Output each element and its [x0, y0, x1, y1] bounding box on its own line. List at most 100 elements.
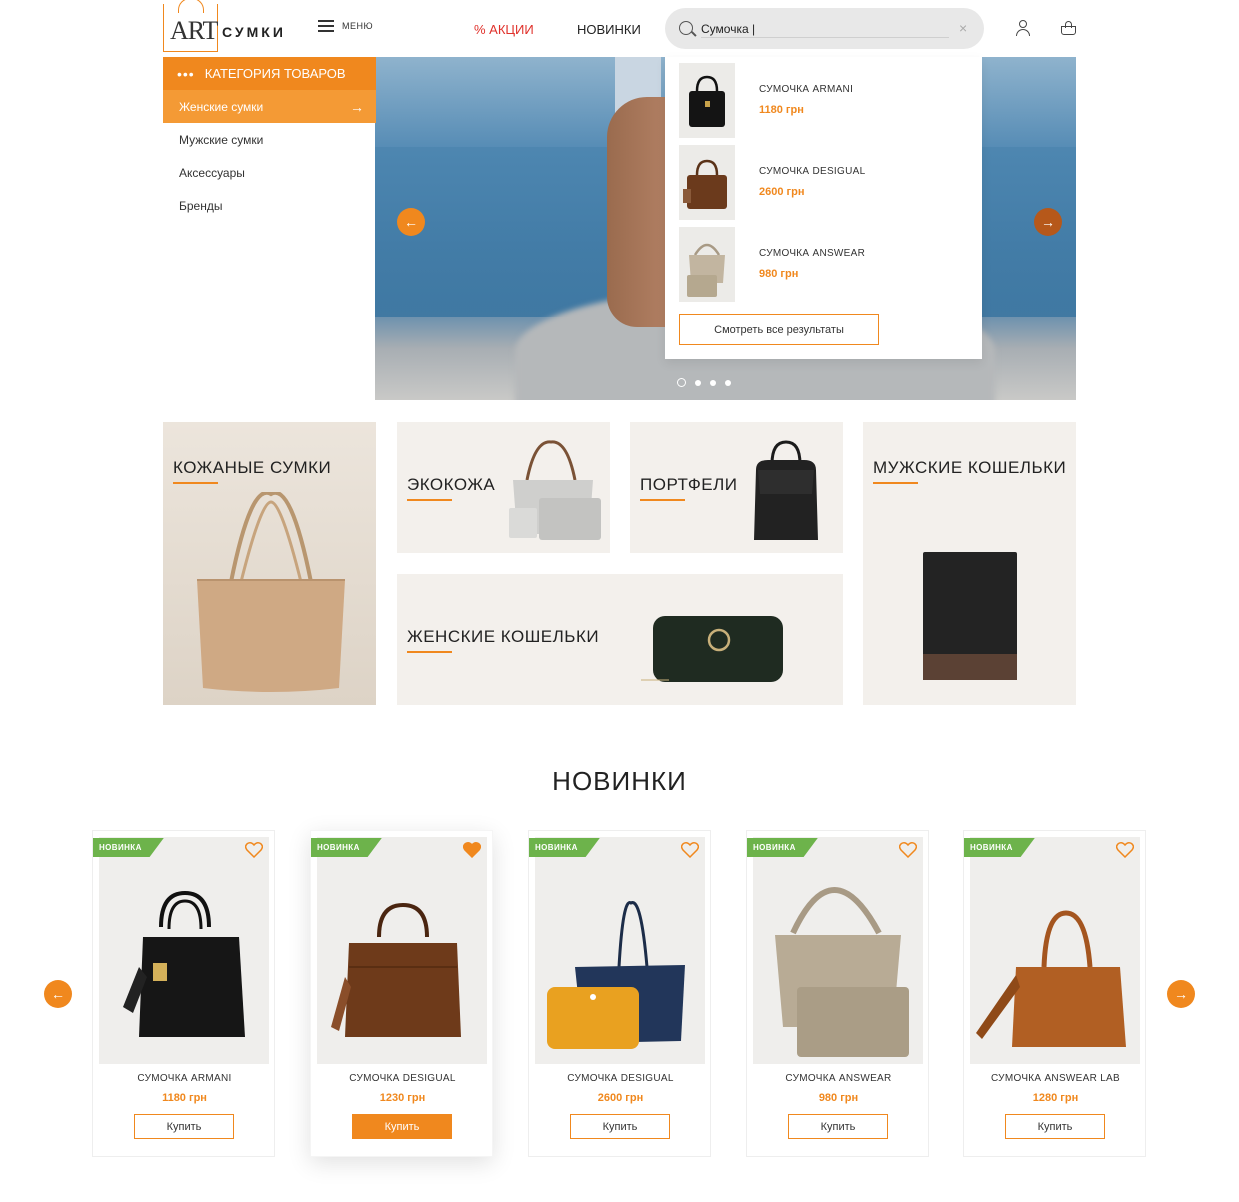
- tile-title: ЭКОКОЖА: [407, 475, 496, 494]
- tile-title: МУЖСКИЕ КОШЕЛЬКИ: [873, 458, 1067, 477]
- menu-label: МЕНЮ: [342, 21, 374, 31]
- category-item-men-bags[interactable]: Мужские сумки: [163, 123, 376, 156]
- category-item-label: Аксессуары: [179, 165, 245, 180]
- product-price: 1280 грн: [1032, 1092, 1079, 1104]
- product-price: 1230 грн: [379, 1092, 426, 1104]
- hero-next-arrow-icon[interactable]: →: [1034, 208, 1062, 236]
- logo-art-text: ART: [170, 16, 218, 45]
- product-price: 2600 грн: [597, 1092, 644, 1104]
- product-card[interactable]: НОВИНКА СУМОЧКА DESIGUAL 2600 грн Купить: [528, 830, 711, 1157]
- category-menu-title: КАТЕГОРИЯ ТОВАРОВ: [204, 66, 346, 81]
- carousel-next-arrow-icon[interactable]: →: [1167, 980, 1195, 1008]
- logo[interactable]: ART: [163, 0, 218, 52]
- arrow-right-icon: →: [350, 99, 364, 115]
- buy-button[interactable]: Купить: [1005, 1114, 1105, 1139]
- product-thumbnail: [679, 227, 735, 302]
- women-wallet-image: [641, 616, 783, 682]
- search-input[interactable]: [701, 20, 949, 38]
- search-icon[interactable]: [679, 21, 693, 35]
- search-result-item[interactable]: СУМОЧКА ARMANI 1180 грн: [679, 63, 969, 138]
- eco-bag-image: [509, 440, 601, 540]
- search-bar: ×: [665, 8, 984, 49]
- tile-underline: [407, 651, 452, 653]
- category-tile-men-wallets[interactable]: МУЖСКИЕ КОШЕЛЬКИ: [863, 422, 1076, 705]
- cart-icon[interactable]: [1061, 21, 1076, 35]
- search-result-name: СУМОЧКА ANSWEAR: [759, 248, 866, 259]
- view-all-results-button[interactable]: Смотреть все результаты: [679, 314, 879, 345]
- product-price: 1180 грн: [162, 1092, 207, 1104]
- product-image: [753, 837, 923, 1064]
- category-tile-women-wallets[interactable]: ЖЕНСКИЕ КОШЕЛЬКИ: [397, 574, 843, 705]
- product-name: СУМОЧКА ARMANI: [137, 1073, 232, 1084]
- product-name: СУМОЧКА ANSWEAR LAB: [990, 1073, 1120, 1084]
- category-tile-portfolios[interactable]: ПОРТФЕЛИ: [630, 422, 843, 553]
- search-result-item[interactable]: СУМОЧКА DESIGUAL 2600 грн: [679, 145, 969, 220]
- search-result-name: СУМОЧКА ARMANI: [759, 84, 854, 95]
- category-item-label: Женские сумки: [179, 99, 264, 114]
- nav-link-new[interactable]: НОВИНКИ: [577, 22, 641, 37]
- category-item-label: Бренды: [179, 198, 223, 213]
- menu-button[interactable]: МЕНЮ: [318, 20, 373, 32]
- category-menu-header[interactable]: ••• КАТЕГОРИЯ ТОВАРОВ: [163, 57, 376, 90]
- heart-icon[interactable]: [1116, 842, 1134, 858]
- search-result-item[interactable]: СУМОЧКА ANSWEAR 980 грн: [679, 227, 969, 302]
- tile-underline: [407, 499, 452, 501]
- product-thumbnail: [679, 63, 735, 138]
- hero-dot[interactable]: [677, 378, 686, 387]
- buy-button[interactable]: Купить: [134, 1114, 234, 1139]
- category-item-brands[interactable]: Бренды: [163, 189, 376, 222]
- buy-button[interactable]: Купить: [352, 1114, 452, 1139]
- site-header: ART СУМКИ МЕНЮ % АКЦИИ НОВИНКИ ×: [0, 0, 1239, 57]
- buy-button[interactable]: Купить: [570, 1114, 670, 1139]
- search-result-price: 1180 грн: [759, 104, 804, 116]
- tile-title: КОЖАНЫЕ СУМКИ: [173, 458, 332, 477]
- carousel-prev-arrow-icon[interactable]: ←: [44, 980, 72, 1008]
- men-wallet-image: [923, 552, 1017, 680]
- heart-icon[interactable]: [245, 842, 263, 858]
- product-card[interactable]: НОВИНКА СУМОЧКА ARMANI 1180 грн Купить: [92, 830, 275, 1157]
- tile-underline: [173, 482, 218, 484]
- heart-filled-icon[interactable]: [463, 842, 481, 858]
- category-item-women-bags[interactable]: Женские сумки →: [163, 90, 376, 123]
- new-arrivals-title: НОВИНКИ: [552, 766, 687, 796]
- tile-underline: [640, 499, 685, 501]
- search-results-dropdown: СУМОЧКА ARMANI 1180 грн СУМОЧКА DESIGUAL…: [665, 57, 982, 359]
- tile-title: ЖЕНСКИЕ КОШЕЛЬКИ: [407, 627, 600, 646]
- category-item-label: Мужские сумки: [179, 132, 264, 147]
- category-tile-leather-bags[interactable]: КОЖАНЫЕ СУМКИ: [163, 422, 376, 705]
- product-name: СУМОЧКА DESIGUAL: [349, 1073, 456, 1084]
- hero-dot[interactable]: [695, 379, 701, 386]
- search-result-name: СУМОЧКА DESIGUAL: [759, 166, 866, 177]
- hero-dot[interactable]: [710, 379, 716, 386]
- buy-button[interactable]: Купить: [788, 1114, 888, 1139]
- product-image: [99, 837, 269, 1064]
- product-card[interactable]: НОВИНКА СУМОЧКА DESIGUAL 1230 грн Купить: [310, 830, 493, 1157]
- hero-dot[interactable]: [725, 379, 731, 386]
- product-image: [535, 837, 705, 1064]
- heart-icon[interactable]: [681, 842, 699, 858]
- leather-bag-image: [197, 492, 345, 692]
- category-tile-eco-leather[interactable]: ЭКОКОЖА: [397, 422, 610, 553]
- hero-pagination: [677, 378, 731, 387]
- category-item-accessories[interactable]: Аксессуары: [163, 156, 376, 189]
- burger-icon: [318, 20, 334, 32]
- search-result-price: 980 грн: [759, 268, 799, 280]
- dots-icon: •••: [177, 65, 195, 82]
- heart-icon[interactable]: [899, 842, 917, 858]
- product-card[interactable]: НОВИНКА СУМОЧКА ANSWEAR LAB 1280 грн Куп…: [963, 830, 1146, 1157]
- product-name: СУМОЧКА ANSWEAR: [785, 1073, 892, 1084]
- product-price: 980 грн: [818, 1092, 859, 1104]
- product-card[interactable]: НОВИНКА СУМОЧКА ANSWEAR 980 грн Купить: [746, 830, 929, 1157]
- clear-icon[interactable]: ×: [959, 20, 967, 36]
- nav-link-sale[interactable]: % АКЦИИ: [474, 22, 534, 37]
- portfolio-image: [754, 440, 818, 540]
- user-icon[interactable]: [1015, 20, 1031, 36]
- logo-text[interactable]: СУМКИ: [222, 24, 286, 40]
- product-thumbnail: [679, 145, 735, 220]
- product-image: [970, 837, 1140, 1064]
- hero-prev-arrow-icon[interactable]: ←: [397, 208, 425, 236]
- product-image: [317, 837, 487, 1064]
- search-result-price: 2600 грн: [759, 186, 805, 198]
- product-name: СУМОЧКА DESIGUAL: [567, 1073, 674, 1084]
- tile-underline: [873, 482, 918, 484]
